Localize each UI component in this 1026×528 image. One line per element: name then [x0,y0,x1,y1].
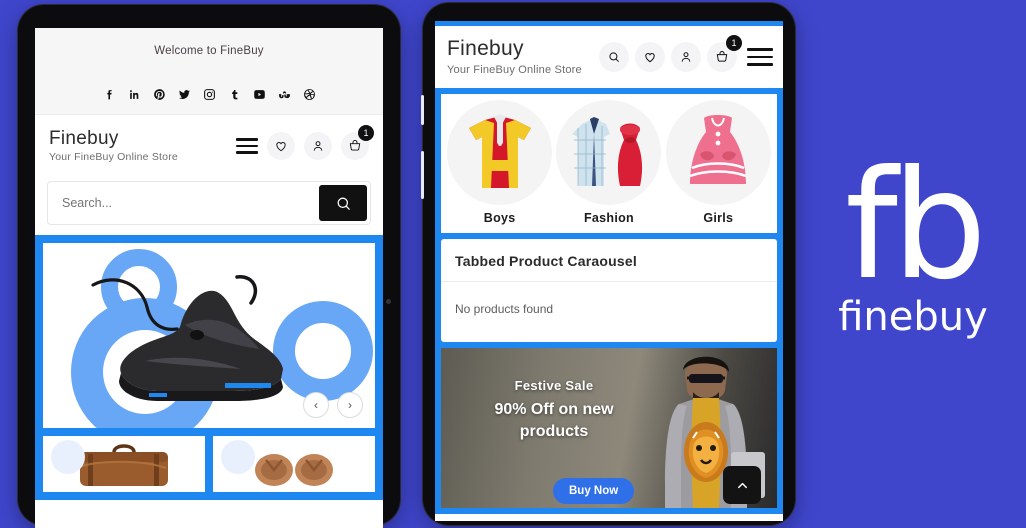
buy-now-button[interactable]: Buy Now [553,478,635,504]
hero-product-image [91,275,284,401]
tabbed-carousel-card: Tabbed Product Caraousel No products fou… [441,239,777,342]
tablet-search-box[interactable] [47,181,371,225]
tabbed-carousel-empty-message: No products found [455,302,554,316]
tablet-hero-wrap: ‹ › [35,235,383,436]
banner-headline: Festive Sale [514,378,594,393]
phone-categories-wrap: Boys Fashion Girls [435,88,783,239]
tumblr-icon[interactable] [228,88,241,101]
linkedin-icon[interactable] [128,88,141,101]
user-icon[interactable] [304,132,332,160]
product-card[interactable] [43,436,205,492]
cart-icon[interactable]: 1 [707,35,742,72]
scroll-to-top-button[interactable] [723,466,761,504]
tablet-device: Welcome to FineBuy Finebuy Your FineBuy … [18,5,400,528]
category-image-boys [468,113,531,188]
cart-icon[interactable]: 1 [341,125,374,160]
category-item-girls[interactable]: Girls [664,100,773,225]
category-image-girls [689,114,747,184]
category-item-fashion[interactable]: Fashion [554,100,663,225]
heart-icon[interactable] [267,132,295,160]
product-image-sandals [255,454,333,486]
tablet-header: Finebuy Your FineBuy Online Store 1 [35,115,383,177]
category-label: Girls [703,211,734,225]
tablet-search-row [35,177,383,235]
category-item-boys[interactable]: Boys [445,100,554,225]
hero-carousel-controls: ‹ › [303,392,363,418]
tablet-brand-tagline: Your FineBuy Online Store [49,151,178,164]
instagram-icon[interactable] [203,88,216,101]
brand-logo-wordmark: finebuy [838,293,988,340]
phone-volume-down-button[interactable] [421,151,424,199]
phone-screen: Finebuy Your FineBuy Online Store 1 Boys… [435,21,783,521]
category-thumb [556,100,662,205]
banner-text: Festive Sale 90% Off on new products [441,378,667,442]
tablet-screen: Welcome to FineBuy Finebuy Your FineBuy … [35,28,383,528]
screenshot-stage: Welcome to FineBuy Finebuy Your FineBuy … [0,0,1026,528]
facebook-icon[interactable] [103,88,116,101]
cart-count-badge: 1 [358,125,374,141]
product-backdrop [51,440,85,474]
tablet-camera-dot [386,299,391,304]
welcome-bar: Welcome to FineBuy [35,28,383,74]
phone-device: Finebuy Your FineBuy Online Store 1 Boys… [421,3,795,525]
phone-header: Finebuy Your FineBuy Online Store 1 [435,26,783,88]
promo-banner[interactable]: Festive Sale 90% Off on new products Buy… [441,348,777,508]
hero-carousel[interactable]: ‹ › [43,243,375,428]
user-icon[interactable] [671,42,701,72]
category-label: Fashion [583,211,634,225]
product-backdrop [221,440,255,474]
phone-volume-up-button[interactable] [421,95,424,125]
phone-brand-name: Finebuy [447,37,524,61]
brand-logo-panel: fb finebuy [800,0,1026,504]
category-thumb [447,100,553,205]
tablet-brand[interactable]: Finebuy Your FineBuy Online Store [49,127,236,164]
carousel-prev-button[interactable]: ‹ [303,392,329,418]
tablet-brand-name: Finebuy [49,127,119,149]
tabbed-carousel-wrap: Tabbed Product Caraousel No products fou… [435,239,783,348]
tablet-product-grid [35,436,383,500]
dribbble-icon[interactable] [303,88,316,101]
heart-icon[interactable] [635,42,665,72]
twitter-icon[interactable] [178,88,191,101]
menu-icon[interactable] [747,48,773,66]
search-button[interactable] [319,185,367,221]
phone-brand-tagline: Your FineBuy Online Store [447,63,582,76]
banner-subheadline: 90% Off on new products [494,401,614,440]
welcome-text: Welcome to FineBuy [154,45,264,57]
brand-logo-mark: fb [844,138,987,313]
category-label: Boys [483,211,516,225]
search-icon[interactable] [599,42,629,72]
phone-header-icons: 1 [599,35,742,72]
cart-count-badge: 1 [726,35,742,51]
pinterest-icon[interactable] [153,88,166,101]
social-links-bar [35,74,383,115]
product-card[interactable] [213,436,375,492]
promo-banner-wrap: Festive Sale 90% Off on new products Buy… [435,348,783,514]
phone-brand[interactable]: Finebuy Your FineBuy Online Store [447,37,599,76]
category-image-fashion [571,116,643,186]
menu-icon[interactable] [236,138,258,154]
category-list: Boys Fashion Girls [441,94,777,233]
tablet-header-icons: 1 [236,125,374,160]
product-image-bag [80,444,168,486]
tabbed-carousel-title: Tabbed Product Caraousel [441,239,777,282]
youtube-icon[interactable] [253,88,266,101]
search-input[interactable] [60,195,319,211]
carousel-next-button[interactable]: › [337,392,363,418]
category-thumb [665,100,771,205]
stumbleupon-icon[interactable] [278,88,291,101]
